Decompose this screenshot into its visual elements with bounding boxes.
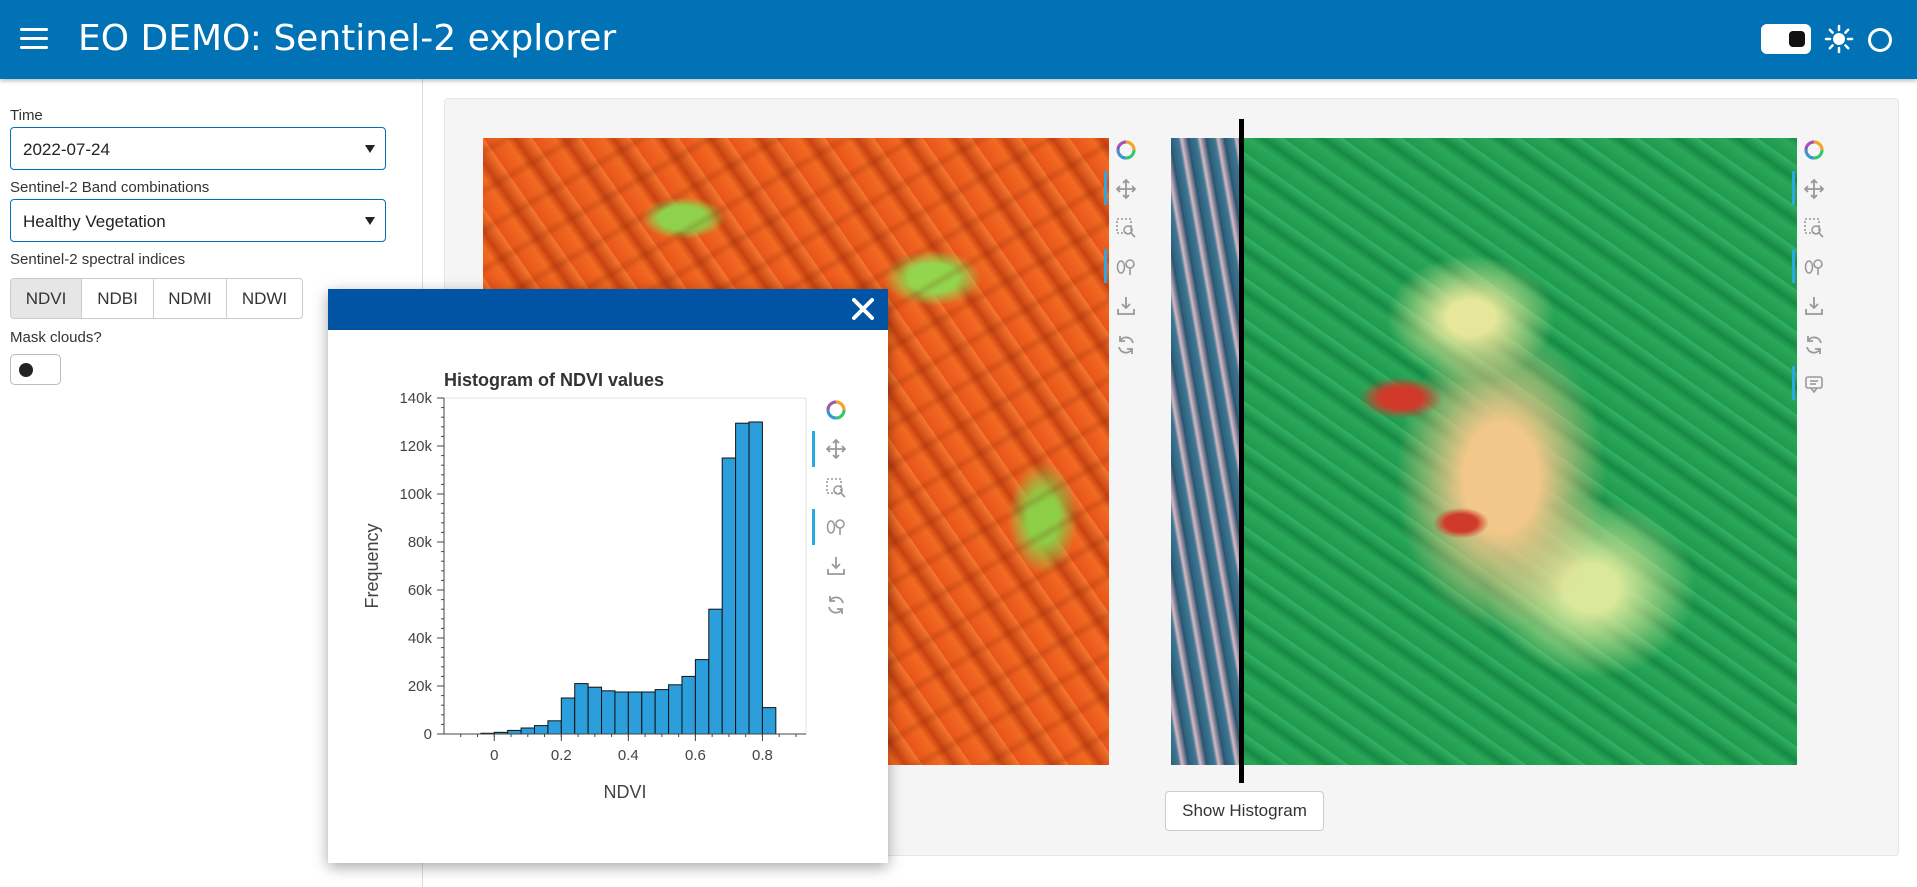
pan-icon[interactable] [825, 438, 847, 460]
time-select[interactable]: 2022-07-24 [10, 127, 386, 170]
x-tick-label: 0.6 [685, 747, 706, 764]
reset-icon[interactable] [1802, 333, 1826, 357]
save-icon[interactable] [827, 557, 845, 575]
chevron-down-icon [365, 145, 375, 153]
y-tick-label: 140k [399, 390, 432, 407]
y-tick-label: 60k [408, 582, 433, 599]
histogram-bar [534, 725, 549, 735]
band-select-value: Healthy Vegetation [23, 212, 166, 231]
y-tick-label: 40k [408, 630, 433, 647]
sun-icon[interactable] [1824, 24, 1854, 54]
x-axis-label: NDVI [603, 782, 646, 802]
index-button-ndmi[interactable]: NDMI [153, 278, 227, 319]
histogram-bar [587, 686, 603, 735]
histogram-bar [681, 675, 696, 735]
menu-icon[interactable] [20, 28, 48, 50]
bokeh-logo-icon [826, 400, 846, 420]
y-tick-label: 100k [399, 486, 432, 503]
histogram-bar [614, 691, 629, 735]
save-icon[interactable] [1114, 294, 1138, 318]
y-tick-label: 120k [399, 438, 432, 455]
mask-clouds-label: Mask clouds? [10, 329, 102, 346]
swipe-divider-handle[interactable] [1239, 119, 1244, 783]
band-select[interactable]: Healthy Vegetation [10, 199, 386, 242]
wheel-zoom-icon[interactable] [1792, 249, 1826, 283]
y-tick-label: 80k [408, 534, 433, 551]
histogram-bar [574, 683, 589, 735]
theme-toggle[interactable] [1761, 24, 1811, 54]
x-tick-label: 0.8 [752, 747, 773, 764]
indices-label: Sentinel-2 spectral indices [10, 251, 186, 268]
y-axis-label: Frequency [362, 523, 382, 608]
ndvi-histogram-chart[interactable]: Histogram of NDVI values 0 0.2 0.4 0.6 0.8 0 20… [328, 330, 888, 863]
wheel-zoom-icon[interactable] [1104, 249, 1138, 283]
close-icon[interactable] [848, 294, 878, 324]
active-tool-marker [812, 431, 815, 467]
histogram-bar [601, 690, 616, 735]
pan-icon[interactable] [1792, 171, 1826, 205]
swipe-left-image [1171, 138, 1241, 765]
app-header: EO DEMO: Sentinel-2 explorer [0, 0, 1917, 79]
histogram-bar [627, 691, 643, 735]
pan-icon[interactable] [1104, 171, 1138, 205]
time-label: Time [10, 107, 43, 124]
histogram-window-header[interactable] [328, 289, 888, 330]
histogram-bar [560, 697, 576, 735]
histogram-bar [654, 689, 670, 735]
box-zoom-icon[interactable] [1802, 216, 1826, 240]
box-zoom-icon[interactable] [826, 478, 846, 498]
histogram-bar [668, 684, 683, 735]
app-title: EO DEMO: Sentinel-2 explorer [78, 18, 617, 59]
histogram-bar [761, 707, 777, 735]
histogram-bar [735, 422, 750, 735]
x-tick-label: 0.4 [618, 747, 639, 764]
busy-indicator-icon [1868, 28, 1892, 52]
band-label: Sentinel-2 Band combinations [10, 179, 210, 196]
box-zoom-icon[interactable] [1114, 216, 1138, 240]
y-tick-label: 0 [424, 726, 432, 743]
x-tick-label: 0 [490, 747, 498, 764]
hover-icon[interactable] [1792, 366, 1826, 400]
bokeh-logo-icon [1802, 138, 1826, 162]
histogram-bar [520, 727, 535, 735]
index-button-ndbi[interactable]: NDBI [81, 278, 154, 319]
bokeh-logo-icon [1114, 138, 1138, 162]
histogram-bar [748, 421, 763, 735]
indices-button-group: NDVI NDBI NDMI NDWI [10, 278, 303, 319]
save-icon[interactable] [1802, 294, 1826, 318]
index-button-ndvi[interactable]: NDVI [10, 278, 82, 319]
histogram-window: Histogram of NDVI values 0 0.2 0.4 0.6 0.8 0 20… [328, 289, 888, 863]
reset-icon[interactable] [1114, 333, 1138, 357]
chart-title: Histogram of NDVI values [444, 370, 664, 390]
histogram-bar [694, 659, 710, 735]
histogram-bar [547, 720, 562, 735]
time-select-value: 2022-07-24 [23, 140, 110, 159]
histogram-bar [721, 457, 737, 735]
active-tool-marker [812, 509, 815, 545]
chevron-down-icon [365, 217, 375, 225]
ndvi-map-right[interactable] [1171, 138, 1797, 765]
reset-icon[interactable] [828, 596, 844, 614]
histogram-bar [507, 729, 522, 735]
wheel-zoom-icon[interactable] [826, 519, 845, 535]
histogram-bar [641, 691, 656, 735]
show-histogram-button[interactable]: Show Histogram [1165, 791, 1324, 831]
index-button-ndwi[interactable]: NDWI [226, 278, 303, 319]
mask-clouds-toggle[interactable] [10, 354, 61, 385]
histogram-bar [708, 608, 723, 735]
x-tick-label: 0.2 [551, 747, 572, 764]
y-tick-label: 20k [408, 678, 433, 695]
